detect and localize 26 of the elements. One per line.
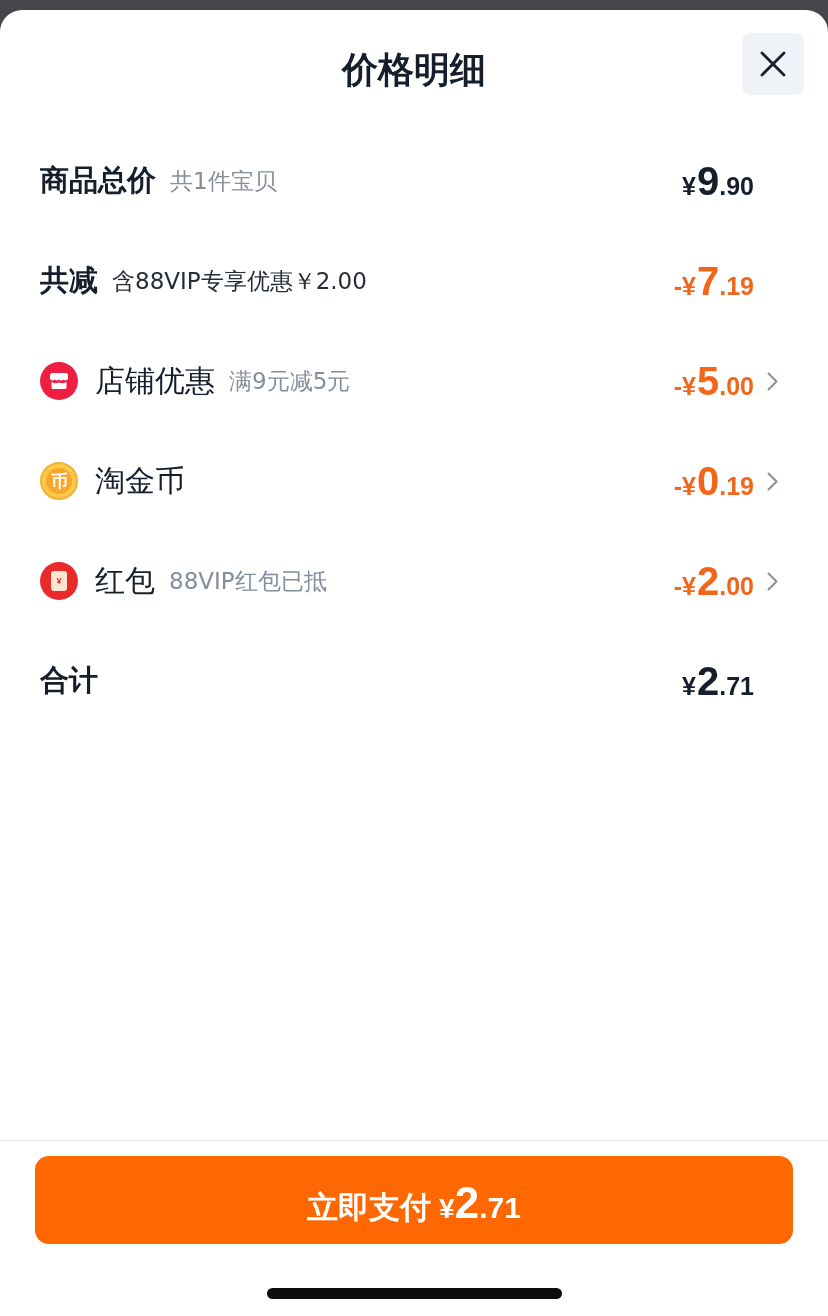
row-label: 共减 [40, 262, 98, 299]
row-label: 合计 [40, 662, 98, 699]
sheet-title: 价格明细 [342, 48, 486, 92]
shop-icon [40, 362, 78, 400]
coin-icon: 币 [40, 462, 78, 500]
discount-amount: -¥5.00 [673, 358, 754, 404]
row-note: 共1件宝贝 [170, 166, 277, 196]
row-note: 满9元减5元 [229, 366, 351, 396]
row-label: 红包 [95, 561, 155, 600]
chevron-right-icon[interactable] [767, 371, 778, 391]
row-label: 店铺优惠 [95, 361, 215, 400]
row-note: 88VIP红包已抵 [169, 566, 327, 596]
close-button[interactable] [742, 32, 804, 95]
close-icon [760, 50, 786, 77]
chevron-right-icon[interactable] [767, 571, 778, 591]
discount-amount: -¥7.19 [673, 258, 754, 304]
row-label: 商品总价 [40, 162, 156, 199]
price-amount: ¥2.71 [682, 658, 754, 704]
money-envelope-icon: ¥ [40, 562, 78, 600]
discount-amount: -¥2.00 [673, 558, 754, 604]
price-amount: ¥9.90 [682, 158, 754, 204]
row-label: 淘金币 [95, 461, 185, 500]
chevron-right-icon[interactable] [767, 471, 778, 491]
row-note: 含88VIP专享优惠￥2.00 [112, 266, 367, 296]
discount-amount: -¥0.19 [673, 458, 754, 504]
pay-now-button[interactable]: 立即支付 ¥2.71 [35, 1156, 793, 1244]
